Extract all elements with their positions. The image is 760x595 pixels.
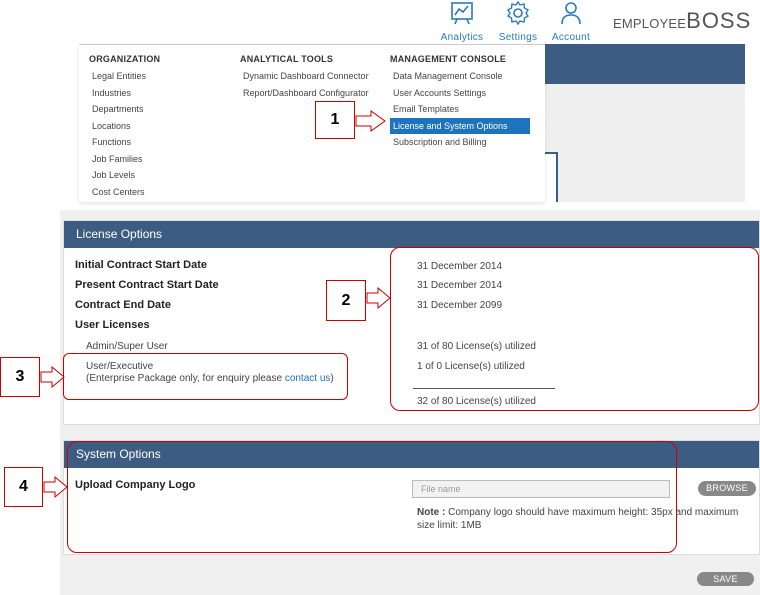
highlight-system-options [67,441,677,553]
user-icon [561,2,581,25]
menu-item-report-dashboard-configurator[interactable]: Report/Dashboard Configurator [240,85,369,102]
save-button[interactable]: SAVE [697,572,754,586]
contract-end-label: Contract End Date [75,299,171,311]
initial-contract-start-label: Initial Contract Start Date [75,259,208,271]
menu-item-subscription-and-billing[interactable]: Subscription and Billing [390,134,530,151]
menu-item-cost-centers[interactable]: Cost Centers [89,184,160,201]
license-options-title: License Options [64,221,759,248]
present-contract-start-label: Present Contract Start Date [75,279,219,291]
brand-small: EMPLOYEE [613,16,687,31]
nav-settings[interactable]: Settings [496,0,540,43]
menu-item-industries[interactable]: Industries [89,85,160,102]
analytics-icon [451,2,473,25]
callout-2-arrow [366,287,391,309]
top-nav: Analytics Settings Account EMPLOYEEBOSS [430,0,760,44]
browse-button[interactable]: BROWSE [698,481,756,496]
highlight-user-executive [63,353,348,400]
brand-big: BOSS [686,8,752,33]
brand-logo: EMPLOYEEBOSS [613,8,751,34]
gear-icon [507,0,529,26]
menu-item-job-levels[interactable]: Job Levels [89,167,160,184]
menu-item-job-families[interactable]: Job Families [89,151,160,168]
callout-1-arrow [355,110,386,132]
callout-3-arrow [40,366,65,388]
callout-3: 3 [0,357,40,397]
callout-1: 1 [315,101,355,139]
nav-account[interactable]: Account [549,0,593,43]
user-licenses-label: User Licenses [75,319,150,331]
menu-heading-analytical-tools: ANALYTICAL TOOLS [240,54,334,64]
settings-mega-menu: ORGANIZATION Legal Entities Industries D… [79,44,545,202]
callout-4: 4 [4,467,43,507]
nav-analytics-label: Analytics [440,32,484,43]
background-body [545,84,745,202]
menu-item-dynamic-dashboard-connector[interactable]: Dynamic Dashboard Connector [240,68,369,85]
menu-item-functions[interactable]: Functions [89,134,160,151]
callout-4-arrow [43,476,68,498]
menu-heading-organization: ORGANIZATION [89,54,161,64]
menu-item-user-accounts-settings[interactable]: User Accounts Settings [390,85,530,102]
callout-2: 2 [326,280,366,321]
menu-col-analytical-tools: ANALYTICAL TOOLS Dynamic Dashboard Conne… [240,54,369,101]
menu-heading-management-console: MANAGEMENT CONSOLE [390,54,507,64]
menu-item-legal-entities[interactable]: Legal Entities [89,68,160,85]
background-header [545,44,745,84]
menu-col-organization: ORGANIZATION Legal Entities Industries D… [89,54,160,200]
menu-item-data-management-console[interactable]: Data Management Console [390,68,530,85]
menu-item-locations[interactable]: Locations [89,118,160,135]
menu-item-email-templates[interactable]: Email Templates [390,101,530,118]
menu-col-management-console: MANAGEMENT CONSOLE Data Management Conso… [390,54,530,151]
highlight-license-values [390,247,759,411]
menu-item-license-and-system-options[interactable]: License and System Options [390,117,530,134]
menu-item-departments[interactable]: Departments [89,101,160,118]
nav-settings-label: Settings [498,32,538,43]
nav-account-label: Account [551,32,591,43]
nav-analytics[interactable]: Analytics [440,0,484,43]
admin-super-user-label: Admin/Super User [86,341,168,352]
